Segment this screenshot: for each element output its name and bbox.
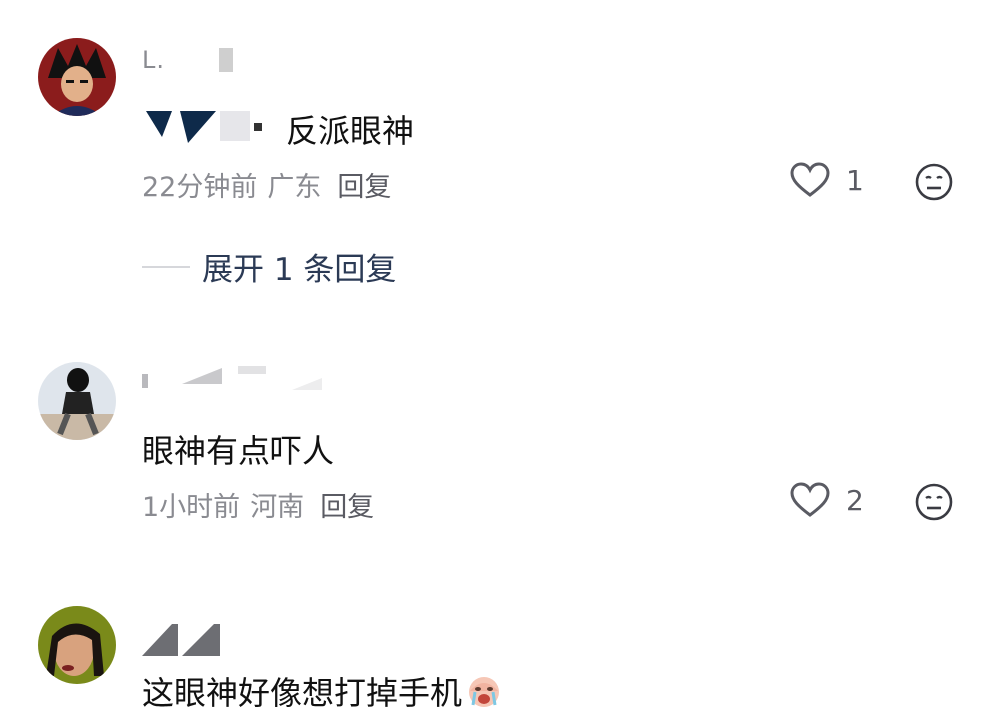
comment-item: 这眼神好像想打掉手机 — [0, 0, 1000, 712]
comment-text: 这眼神好像想打掉手机 — [142, 668, 502, 714]
comment-text-content: 这眼神好像想打掉手机 — [142, 674, 463, 712]
crying-face-emoji — [469, 677, 500, 707]
avatar[interactable] — [38, 606, 116, 684]
avatar-image — [38, 606, 116, 684]
censor-mosaic — [142, 624, 220, 656]
